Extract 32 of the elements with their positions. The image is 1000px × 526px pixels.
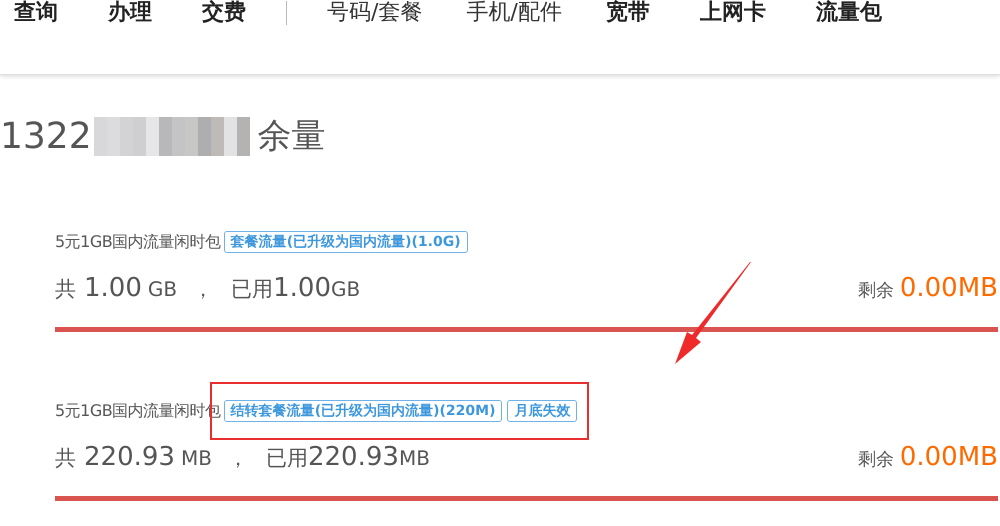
tag: 结转套餐流量(已升级为国内流量)(220M): [224, 400, 502, 422]
heading-label: 余量: [258, 115, 326, 158]
used-unit: MB: [398, 446, 430, 470]
phone-number: 1322: [0, 116, 92, 156]
total-value: 1.00: [84, 273, 142, 303]
tag: 月底失效: [507, 400, 578, 422]
remaining-label: 剩余: [858, 448, 894, 471]
total-unit: MB: [180, 446, 212, 470]
used-value: 1.00: [273, 273, 331, 303]
nav-link[interactable]: 手机/配件: [466, 0, 562, 26]
total-value: 220.93: [84, 442, 175, 472]
nav-link[interactable]: 宽带: [606, 0, 650, 26]
nav-link[interactable]: 上网卡: [700, 0, 766, 26]
total-label: 共: [55, 276, 76, 303]
used-value: 220.93: [308, 442, 399, 472]
total-label: 共: [55, 445, 76, 472]
total-unit: GB: [148, 277, 178, 301]
remaining-label: 剩余: [858, 279, 894, 302]
remaining-value: 0.00MB: [900, 273, 998, 303]
remaining-value: 0.00MB: [900, 442, 998, 472]
nav-link[interactable]: 号码/套餐: [327, 0, 422, 26]
nav-link[interactable]: 办理: [108, 0, 152, 26]
separator: ，: [228, 445, 248, 472]
used-label: 已用: [231, 276, 274, 303]
tag: 套餐流量(已升级为国内流量)(1.0G): [224, 231, 468, 253]
used-unit: GB: [331, 277, 360, 301]
separator: ，: [193, 276, 214, 303]
nav-link[interactable]: 流量包: [816, 0, 882, 26]
nav-link[interactable]: 交费: [202, 0, 246, 26]
used-label: 已用: [266, 445, 308, 472]
nav-link[interactable]: 查询: [14, 0, 58, 26]
package-name: 5元1GB国内流量闲时包: [55, 232, 221, 252]
